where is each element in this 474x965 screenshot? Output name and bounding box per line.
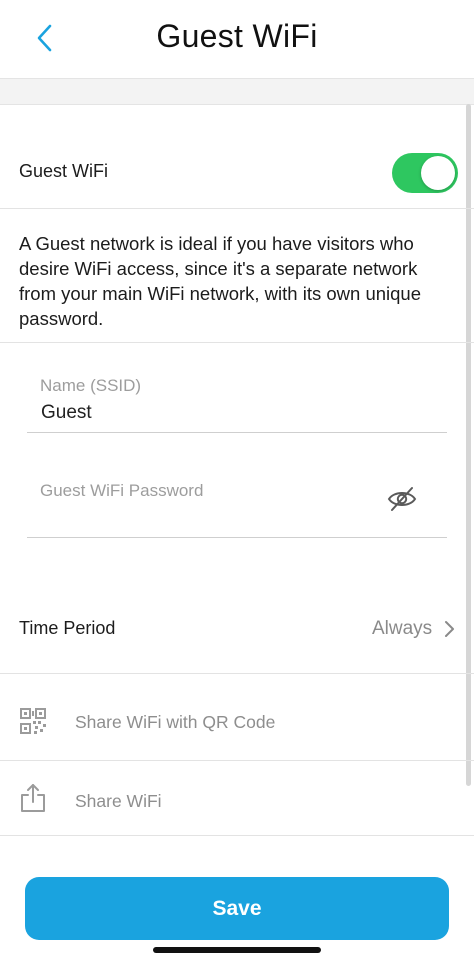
time-period-label: Time Period — [19, 618, 116, 638]
divider — [0, 208, 474, 209]
divider — [0, 342, 474, 343]
share-wifi-row[interactable]: Share WiFi — [0, 761, 464, 835]
password-underline — [27, 537, 447, 538]
guest-wifi-toggle[interactable] — [392, 153, 458, 193]
qr-code-icon — [20, 708, 46, 734]
toggle-password-visibility[interactable] — [386, 486, 418, 512]
time-period-row[interactable]: Time Period Always — [0, 600, 474, 660]
scrollbar[interactable] — [466, 104, 471, 786]
password-input[interactable]: Guest WiFi Password — [40, 481, 370, 501]
share-wifi-qr-label: Share WiFi with QR Code — [75, 712, 276, 732]
toggle-knob — [421, 156, 455, 190]
section-separator — [0, 78, 474, 105]
divider — [0, 673, 474, 674]
chevron-right-icon — [445, 621, 454, 637]
page-title: Guest WiFi — [156, 18, 318, 54]
share-wifi-qr-row[interactable]: Share WiFi with QR Code — [0, 681, 464, 759]
save-button[interactable]: Save — [25, 877, 449, 940]
share-icon — [21, 784, 45, 812]
guest-network-description: A Guest network is ideal if you have vis… — [19, 233, 421, 329]
share-wifi-label: Share WiFi — [75, 791, 162, 811]
ssid-input[interactable]: Guest — [41, 402, 431, 424]
ssid-label: Name (SSID) — [40, 376, 142, 395]
ssid-underline — [27, 432, 447, 433]
home-indicator — [153, 947, 321, 953]
divider — [0, 835, 474, 836]
guest-wifi-label: Guest WiFi — [19, 161, 109, 181]
eye-off-icon — [387, 487, 417, 511]
time-period-value: Always — [372, 618, 433, 639]
